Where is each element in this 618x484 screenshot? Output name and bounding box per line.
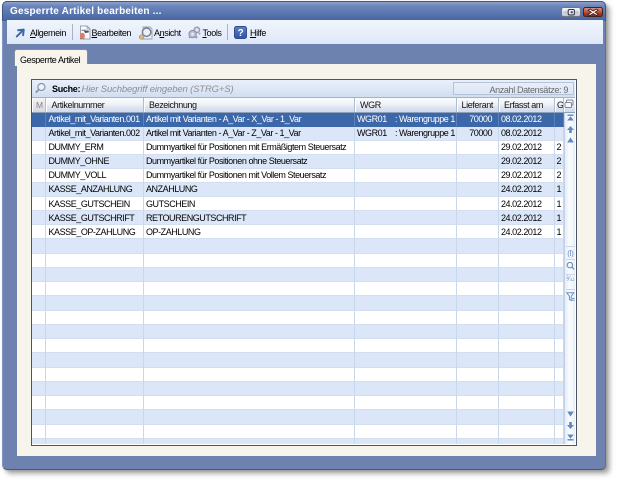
svg-text:?: ? <box>238 28 244 39</box>
